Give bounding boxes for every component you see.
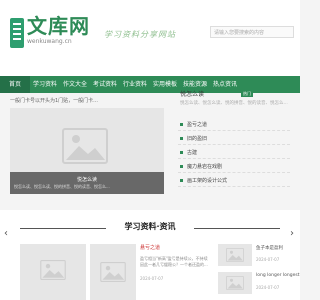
list-item[interactable]: 画工架的设计公式: [178, 176, 290, 187]
logo-title[interactable]: 文库网: [27, 14, 90, 38]
featured-caption: 悦怎么读 悦怎么读、悦怎么读、悦的拼音、悦的读音、悦怎么...: [10, 172, 164, 194]
section-divider: [20, 228, 106, 229]
image-placeholder-icon: [62, 128, 108, 164]
nav-item-exam[interactable]: 考试资料: [90, 76, 120, 93]
list-item-label: 魔力悬岩在戏剧: [187, 164, 223, 170]
list-item[interactable]: 盈亏之道: [178, 120, 290, 131]
featured-caption-title[interactable]: 悦怎么读: [10, 176, 164, 183]
logo-subtitle: wenkuwang.cn: [27, 38, 72, 45]
hot-badge: 热门: [241, 90, 253, 97]
site-header: 文库网 wenkuwang.cn 学习资料分享网站 请输入您要搜索的内容: [0, 0, 300, 76]
image-placeholder-icon: [100, 262, 126, 282]
image-placeholder-icon: [226, 248, 244, 262]
bullet-icon: [180, 151, 183, 154]
list-item-label: 画工架的设计公式: [187, 178, 228, 184]
breadcrumb: 一般门卡号以开头为1门贴，一般门卡...: [10, 98, 98, 104]
section-title: 学习资料·资讯: [124, 222, 176, 231]
featured-side-desc: 悦怎么读、悦怎么读、悦的拼音、悦的读音、悦怎么...: [180, 101, 288, 106]
nav-item-study[interactable]: 学习资料: [30, 76, 60, 93]
nav-item-essay[interactable]: 作文大全: [60, 76, 90, 93]
bullet-icon: [180, 137, 183, 140]
news-card-date: 2024-07-07: [140, 276, 164, 281]
arrow-right-icon[interactable]: ›: [290, 228, 294, 239]
featured-caption-desc: 悦怎么读、悦怎么读、悦的拼音、悦的读音、悦怎么...: [14, 184, 110, 189]
site-slogan: 学习资料分享网站: [104, 30, 176, 39]
nav-item-industry[interactable]: 行业资料: [120, 76, 150, 93]
news-card-desc: 盈亏相当"新高"盈亏是持续公，不持续因此一者几亏缓稳公？一个者还盈的...: [140, 256, 208, 267]
main-nav: 首页 学习资料 作文大全 考试资料 行业资料 实用模板 技能资源 热点资讯: [0, 76, 300, 93]
featured-side-title[interactable]: 悦怎么读: [180, 89, 204, 98]
nav-item-news[interactable]: 热点资讯: [210, 76, 240, 93]
list-item-label: 盈亏之道: [187, 122, 208, 128]
news-thumb-date: 2024-07-07: [256, 285, 280, 290]
news-thumb-image[interactable]: [218, 244, 252, 266]
arrow-left-icon[interactable]: ‹: [4, 228, 8, 239]
list-item[interactable]: 旧的盈旧: [178, 134, 290, 145]
bullet-icon: [180, 165, 183, 168]
list-item-label: 旧的盈旧: [187, 136, 208, 142]
news-thumb-title[interactable]: long longer longest: [256, 273, 300, 278]
search-input[interactable]: 请输入您要搜索的内容: [210, 26, 294, 38]
list-item[interactable]: 古建: [178, 148, 290, 159]
list-item-label: 古建: [187, 150, 198, 156]
image-placeholder-icon: [40, 260, 66, 280]
bullet-icon: [180, 179, 183, 182]
news-thumb-date: 2024-07-07: [256, 257, 280, 262]
image-placeholder-icon: [226, 276, 244, 290]
nav-item-template[interactable]: 实用模板: [150, 76, 180, 93]
news-card-image[interactable]: [20, 244, 86, 300]
section-divider: [194, 228, 280, 229]
logo-icon[interactable]: [10, 18, 24, 48]
featured-image[interactable]: 悦怎么读 悦怎么读、悦怎么读、悦的拼音、悦的读音、悦怎么...: [10, 108, 164, 194]
news-thumb-image[interactable]: [218, 272, 252, 294]
nav-item-home[interactable]: 首页: [0, 76, 30, 93]
list-item[interactable]: 魔力悬岩在戏剧: [178, 162, 290, 173]
bullet-icon: [180, 123, 183, 126]
news-card-title[interactable]: 悬亏之道: [140, 244, 160, 251]
news-card-image[interactable]: [90, 244, 136, 300]
news-thumb-title[interactable]: 鱼子本是盈利: [256, 245, 283, 251]
